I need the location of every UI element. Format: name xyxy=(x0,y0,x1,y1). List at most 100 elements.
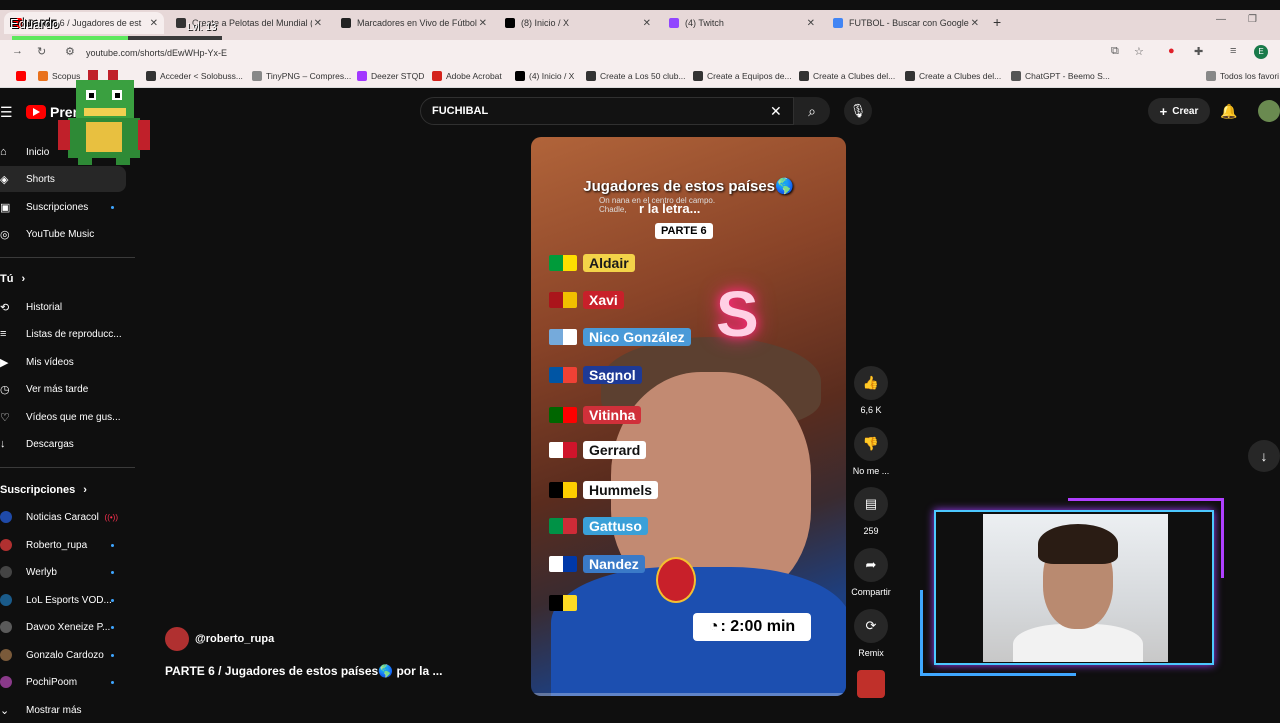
bookmark-label: Adobe Acrobat xyxy=(446,71,502,81)
browser-tab[interactable]: (4) Twitch ✕ xyxy=(661,12,821,34)
player-row: Hummels xyxy=(549,479,659,501)
close-tab-icon[interactable]: ✕ xyxy=(971,18,979,29)
sidebar-item-label: Ver más tarde xyxy=(26,383,89,395)
bookmark-item[interactable]: Acceder < Solobuss... xyxy=(146,71,243,81)
subscription-avatar xyxy=(0,594,12,606)
dislike-label: No me ... xyxy=(852,466,890,476)
youtube-bookmark-icon[interactable] xyxy=(16,71,30,81)
new-tab-button[interactable]: + xyxy=(993,14,1001,30)
country-flag-icon xyxy=(549,292,577,308)
dislike-button[interactable]: 👎 No me ... xyxy=(850,427,892,476)
sidebar-item-youtube-music[interactable]: ◎ YouTube Music xyxy=(0,221,126,247)
opera-icon[interactable]: ● xyxy=(1168,45,1175,57)
bookmark-label: Create a Equipos de... xyxy=(707,71,792,81)
sidebar-subscription[interactable]: Noticias Caracol ((•)) xyxy=(0,504,126,530)
sidebar-you-heading[interactable]: Tú › xyxy=(0,273,25,285)
parte-badge: PARTE 6 xyxy=(655,223,713,239)
timer-badge: ◔ : 2:00 min xyxy=(693,613,811,641)
tab-favicon-icon xyxy=(505,18,515,28)
audio-source-thumbnail[interactable] xyxy=(857,670,885,698)
search-button[interactable]: ⌕ xyxy=(794,97,830,125)
voice-search-button[interactable]: 🎙 xyxy=(844,97,872,125)
bookmark-item[interactable]: Adobe Acrobat xyxy=(432,71,502,81)
close-tab-icon[interactable]: ✕ xyxy=(479,18,487,29)
sidebar-divider xyxy=(0,467,135,468)
bookmark-item[interactable]: Todos los favori xyxy=(1206,71,1279,81)
bookmark-item[interactable]: Create a Los 50 club... xyxy=(586,71,686,81)
bookmark-item[interactable]: ChatGPT - Beemo S... xyxy=(1011,71,1110,81)
media-icon[interactable]: ≡ xyxy=(1230,45,1236,57)
browser-tab[interactable]: Marcadores en Vivo de Fútbol, ✕ xyxy=(333,12,493,34)
bookmark-item[interactable]: TinyPNG – Compres... xyxy=(252,71,351,81)
bookmarks-bar: Scopus Acceder < Solobuss... TinyPNG – Com… xyxy=(0,66,1280,88)
subscription-avatar xyxy=(0,649,12,661)
show-more-button[interactable]: ⌄ Mostrar más xyxy=(0,697,126,723)
sidebar-item-you[interactable]: ↓ Descargas xyxy=(0,431,126,457)
channel-handle[interactable]: @roberto_rupa xyxy=(195,633,274,645)
next-video-button[interactable]: ↓ xyxy=(1248,440,1280,472)
new-content-dot xyxy=(111,543,114,547)
close-tab-icon[interactable]: ✕ xyxy=(807,18,815,29)
country-flag-icon xyxy=(549,442,577,458)
sidebar-item-label: Suscripciones xyxy=(26,201,89,213)
country-flag-icon xyxy=(549,518,577,534)
create-button[interactable]: + Crear xyxy=(1148,98,1210,124)
chevron-right-icon: › xyxy=(21,273,26,285)
profile-icon[interactable]: E xyxy=(1254,45,1268,59)
restore-icon[interactable]: ❐ xyxy=(1248,14,1257,25)
browser-tab[interactable]: (8) Inicio / X ✕ xyxy=(497,12,657,34)
reload-icon[interactable]: ↻ xyxy=(37,45,46,58)
sidebar-subscription[interactable]: Roberto_rupa xyxy=(0,532,126,558)
bookmark-item[interactable]: Create a Clubes del... xyxy=(799,71,895,81)
sidebar-subscription[interactable]: LoL Esports VOD... xyxy=(0,587,126,613)
close-tab-icon[interactable]: ✕ xyxy=(314,18,322,29)
subscription-label: Noticias Caracol xyxy=(26,511,99,523)
sidebar-item-you[interactable]: ▶ Mis vídeos xyxy=(0,349,126,375)
like-button[interactable]: 👍 6,6 K xyxy=(850,366,892,415)
sidebar-item-you[interactable]: ≡ Listas de reproducc... xyxy=(0,321,126,347)
sidebar-subscription[interactable]: Werlyb xyxy=(0,559,126,585)
channel-info[interactable]: @roberto_rupa xyxy=(165,627,274,651)
extensions-icon[interactable]: ✚ xyxy=(1194,45,1203,58)
forward-icon[interactable]: → xyxy=(12,45,23,57)
video-title[interactable]: PARTE 6 / Jugadores de estos países🌎 por… xyxy=(165,664,442,678)
browser-tab[interactable]: FUTBOL - Buscar con Google ✕ xyxy=(825,12,985,34)
share-button[interactable]: ➦ Compartir xyxy=(850,548,892,597)
sidebar-item-shorts[interactable]: ◈ Shorts xyxy=(0,166,126,192)
close-tab-icon[interactable]: ✕ xyxy=(643,18,651,29)
bookmark-item[interactable]: Create a Equipos de... xyxy=(693,71,792,81)
sidebar-item-inicio[interactable]: ⌂ Inicio xyxy=(0,139,126,165)
new-content-dot xyxy=(111,205,114,209)
player-row: Nandez xyxy=(549,553,645,575)
sidebar-item-you[interactable]: ⟲ Historial xyxy=(0,294,126,320)
sidebar-you-icon: ▶ xyxy=(0,356,9,369)
remix-button[interactable]: ⟳ Remix xyxy=(850,609,892,658)
clear-search-icon[interactable]: ✕ xyxy=(770,103,782,120)
install-icon[interactable]: ⧉ xyxy=(1111,45,1119,58)
address-bar[interactable]: youtube.com/shorts/dEwWHp-Yx-E xyxy=(60,43,1100,63)
sidebar-item-you[interactable]: ◷ Ver más tarde xyxy=(0,376,126,402)
sidebar-subscriptions-heading[interactable]: Suscripciones › xyxy=(0,484,87,496)
player-row: Xavi xyxy=(549,289,624,311)
bookmark-star-icon[interactable]: ☆ xyxy=(1134,45,1144,58)
bookmark-item[interactable]: Create a Clubes del... xyxy=(905,71,1001,81)
channel-avatar[interactable] xyxy=(165,627,189,651)
sidebar-subscription[interactable]: PochiPoom xyxy=(0,669,126,695)
thumbs-down-icon: 👎 xyxy=(862,436,880,451)
site-info-icon[interactable]: ⚙ xyxy=(65,45,75,58)
menu-icon[interactable]: ☰ xyxy=(0,104,13,121)
account-avatar[interactable] xyxy=(1258,100,1280,122)
sidebar-item-you[interactable]: ♡ Vídeos que me gus... xyxy=(0,404,126,430)
sidebar-subscription[interactable]: Gonzalo Cardozo xyxy=(0,642,126,668)
sidebar-subscription[interactable]: Davoo Xeneize P... xyxy=(0,614,126,640)
sidebar-item-suscripciones[interactable]: ▣ Suscripciones xyxy=(0,194,126,220)
search-input[interactable]: FUCHIBAL xyxy=(420,97,794,125)
bookmark-item[interactable]: (4) Inicio / X xyxy=(515,71,574,81)
close-tab-icon[interactable]: ✕ xyxy=(150,18,158,29)
minimize-icon[interactable]: — xyxy=(1216,14,1226,25)
video-progress-bar[interactable] xyxy=(531,693,846,696)
bookmark-item[interactable]: Deezer STQD xyxy=(357,71,424,81)
notifications-icon[interactable]: 🔔 xyxy=(1220,103,1237,120)
comments-button[interactable]: ▤ 259 xyxy=(850,487,892,536)
shorts-video-player[interactable]: S Jugadores de estos países🌎 On nana en … xyxy=(531,137,846,696)
